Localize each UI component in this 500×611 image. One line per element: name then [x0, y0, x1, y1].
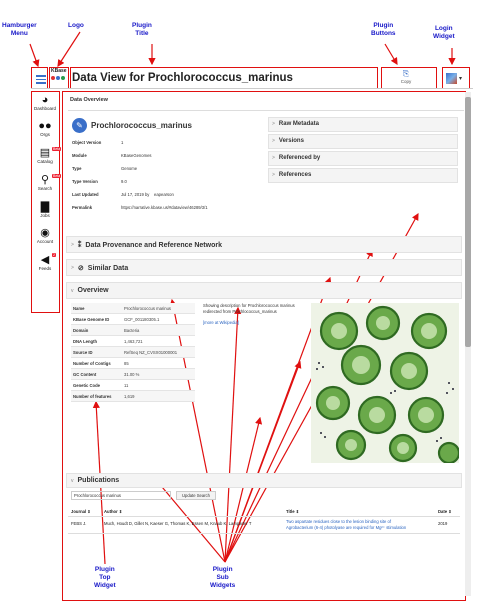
- object-type-icon: ✎: [72, 118, 87, 133]
- publications-search-input[interactable]: Prochlorococcus marinus: [71, 491, 171, 500]
- orgs-icon: ●●: [38, 120, 52, 132]
- provenance-header[interactable]: > ⁑ Data Provenance and Reference Network: [71, 241, 222, 250]
- chevron-right-icon: >: [272, 121, 275, 127]
- sidebar-item-orgs[interactable]: ●● Orgs: [33, 120, 57, 137]
- table-row: FEBS J. Much, Houdt D, Gillet N, Kaeser …: [68, 517, 460, 534]
- table-row: Source ID RefSeq NZ_CVSX01000001: [71, 347, 195, 358]
- author-column-header[interactable]: Author ⇕: [104, 509, 122, 514]
- feeds-count-badge: 2: [52, 253, 56, 257]
- journal-column-header[interactable]: Journal ⇕: [71, 509, 91, 514]
- similar-icon: ⊘: [77, 265, 84, 272]
- publications-table: Journal ⇕ Author ⇕ Title ⇕ Date ⇕ FEBS J…: [68, 505, 460, 534]
- object-name: Prochlorococcus_marinus: [91, 121, 192, 130]
- table-row: KBase Genome ID GCF_001180305.1: [71, 314, 195, 325]
- publications-header[interactable]: v Publications: [71, 477, 119, 484]
- references-header[interactable]: > References: [272, 172, 311, 178]
- chevron-right-icon: >: [272, 155, 275, 161]
- versions-header[interactable]: > Versions: [272, 138, 304, 144]
- jobs-icon: ▇: [40, 201, 50, 213]
- referenced-by-header[interactable]: > Referenced by: [272, 155, 320, 161]
- copy-label: Copy: [400, 79, 412, 84]
- provenance-icon: ⁑: [77, 242, 82, 249]
- divider: [68, 110, 464, 111]
- description-text: Showing description for Prochlorococcus …: [203, 303, 295, 314]
- page-scrollbar[interactable]: [465, 92, 471, 596]
- publications-section-header-bg[interactable]: [66, 473, 462, 488]
- dashboard-icon: ◕: [41, 94, 49, 106]
- update-search-button[interactable]: Update Search: [176, 491, 216, 500]
- publication-title-link-cont[interactable]: Agrobacterium (6-4) photolyase are requi…: [286, 525, 406, 530]
- table-row: Domain Bacteria: [71, 325, 195, 336]
- table-row: Number of Contigs 85: [71, 358, 195, 369]
- avatar: [446, 72, 457, 84]
- callout-plugin-title: Plugin Title: [132, 22, 152, 37]
- hamburger-icon[interactable]: [36, 75, 46, 84]
- kbase-logo[interactable]: KBase: [51, 68, 68, 86]
- scrollbar-thumb[interactable]: [465, 97, 471, 347]
- copy-icon: ⎘: [402, 69, 410, 78]
- callout-logo: Logo: [68, 22, 84, 29]
- chevron-right-icon: >: [272, 172, 275, 178]
- table-row: Genetic Code 11: [71, 380, 195, 391]
- user-link[interactable]: eapearson: [154, 190, 174, 199]
- publication-title-link[interactable]: Two aspartate residues close to the lesi…: [286, 519, 391, 524]
- chevron-right-icon: >: [272, 138, 275, 144]
- table-row: Number of features 1,619: [71, 391, 195, 402]
- copy-button[interactable]: ⎘ Copy: [384, 69, 428, 88]
- table-header-row: Journal ⇕ Author ⇕ Title ⇕ Date ⇕: [68, 505, 460, 517]
- date-column-header[interactable]: Date ⇕: [438, 509, 452, 514]
- overview-table: Name Prochlorococcus marinus KBase Genome…: [71, 303, 195, 402]
- table-row: Name Prochlorococcus marinus: [71, 303, 195, 314]
- data-overview-heading: Data Overview: [70, 97, 108, 103]
- callout-hamburger: Hamburger Menu: [2, 22, 37, 37]
- chevron-right-icon: >: [71, 242, 74, 248]
- login-widget[interactable]: ▾: [446, 70, 466, 86]
- micrograph-image: [311, 303, 459, 463]
- plugin-title: Data View for Prochlorococcus_marinus: [72, 72, 293, 84]
- title-column-header[interactable]: Title ⇕: [286, 509, 299, 514]
- table-row: GC Content 31.00 %: [71, 369, 195, 380]
- organism-micrograph: [311, 303, 459, 463]
- logo-text: KBase: [51, 68, 67, 74]
- overview-header[interactable]: v Overview: [71, 287, 109, 294]
- sidebar-item-dashboard[interactable]: ◕ Dashboard: [33, 94, 57, 111]
- header-divider: [31, 88, 473, 89]
- sidebar-item-jobs[interactable]: ▇ Jobs: [33, 201, 57, 218]
- sidebar-item-account[interactable]: ◉ Account: [33, 227, 57, 244]
- callout-plugin-buttons: Plugin Buttons: [371, 22, 396, 37]
- overview-section-header-bg[interactable]: [66, 282, 462, 299]
- chevron-down-icon: v: [71, 287, 74, 294]
- account-icon: ◉: [40, 227, 50, 239]
- catalog-beta-badge: Beta: [52, 147, 62, 151]
- chevron-right-icon: >: [71, 265, 74, 271]
- search-beta-badge: Beta: [52, 174, 62, 178]
- chevron-down-icon: ▾: [459, 75, 463, 82]
- similar-data-header[interactable]: > ⊘ Similar Data: [71, 264, 128, 273]
- type-link[interactable]: Genome: [121, 164, 137, 173]
- callout-login-widget: Login Widget: [433, 25, 455, 40]
- permalink-link[interactable]: https://narrative.kbase.us/#dataview/462…: [121, 203, 208, 212]
- raw-metadata-header[interactable]: > Raw Metadata: [272, 121, 319, 127]
- wikipedia-link[interactable]: [more at Wikipedia]: [203, 320, 239, 325]
- object-info-table: Object Version 1 Module KBaseGenomes Type G…: [72, 140, 208, 212]
- table-row: DNA Length 1,463,721: [71, 336, 195, 347]
- chevron-down-icon: v: [71, 477, 74, 484]
